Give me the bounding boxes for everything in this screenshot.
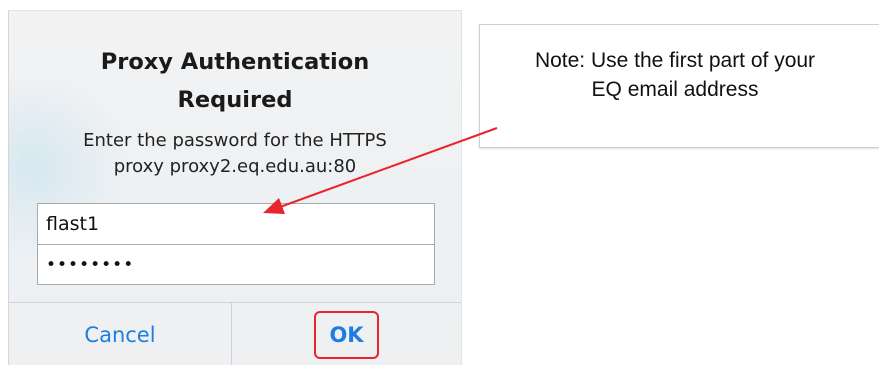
dialog-title: Proxy Authentication Required (100, 49, 370, 113)
ok-button-label: OK (329, 323, 364, 347)
credentials-field-group: flast1 •••••••• (37, 203, 435, 285)
screen: Proxy Authentication Required Enter the … (0, 0, 879, 365)
cancel-button-label: Cancel (84, 323, 156, 347)
note-callout: Note: Use the first part of your EQ emai… (479, 24, 879, 148)
dialog-message: Enter the password for the HTTPS proxy p… (83, 130, 387, 177)
note-text: Note: Use the first part of your EQ emai… (534, 49, 816, 101)
username-field[interactable]: flast1 (38, 204, 434, 244)
ok-button-highlight: OK (314, 311, 379, 359)
password-field[interactable]: •••••••• (38, 244, 434, 284)
ok-button[interactable]: OK (232, 303, 461, 365)
proxy-auth-dialog: Proxy Authentication Required Enter the … (8, 10, 462, 365)
dialog-button-row: Cancel OK (9, 302, 461, 365)
cancel-button[interactable]: Cancel (9, 303, 231, 365)
